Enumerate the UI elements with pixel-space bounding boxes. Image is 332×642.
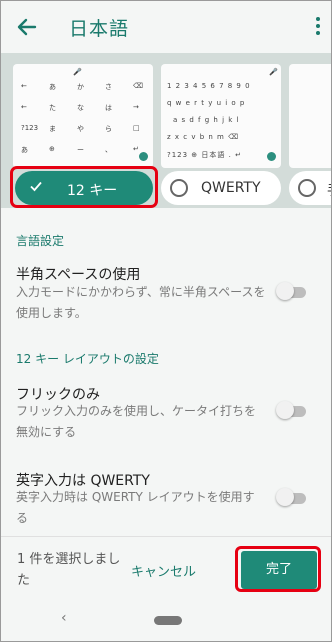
flick-only-toggle[interactable] [276, 401, 306, 419]
layout-option-handwriting[interactable]: 手 [289, 171, 331, 205]
keyboard-preview-key: ま [49, 125, 56, 133]
keyboard-preview-key: た [49, 104, 56, 112]
qwerty-preview[interactable]: 🎤 1 2 3 4 5 6 7 8 9 0 q w e r t y u i o p… [161, 64, 281, 168]
section-header-language: 言語設定 [16, 234, 65, 248]
selection-count: 1 件を選択しました [17, 552, 121, 588]
system-nav-bar: ‹ [1, 598, 331, 641]
keyboard-preview-key: ⊕ [49, 145, 55, 153]
keyboard-preview-row: z x c v b n m ⌫ [167, 133, 239, 141]
enter-key-icon [267, 152, 276, 161]
keyboard-preview-key: ?123 [21, 124, 39, 132]
back-arrow-icon[interactable] [13, 13, 41, 41]
keyboard-preview-key: ら [105, 125, 112, 133]
keyboard-preview-row: a s d f g h j k l [173, 116, 240, 124]
app-bar: 日本語 [1, 1, 331, 53]
keyboard-preview-row: ?123 ⊕ 日本語 . ↵ [167, 151, 242, 159]
highlight-box [235, 546, 321, 592]
qwerty-alpha-toggle[interactable] [276, 488, 306, 506]
keyboard-preview-key: ー [77, 146, 84, 154]
nav-back-icon[interactable]: ‹ [61, 610, 67, 626]
setting-title-halfwidth-space: 半角スペースの使用 [16, 267, 141, 283]
keyboard-preview-key: や [77, 125, 84, 133]
enter-key-icon [139, 152, 148, 161]
radio-icon [170, 179, 188, 197]
setting-desc-qwerty-alpha: 英字入力時は QWERTY レイアウトを使用する [16, 490, 255, 525]
cancel-button[interactable]: キャンセル [131, 561, 196, 580]
keyboard-preview-key: ← [21, 103, 27, 111]
keyboard-preview-key: → [133, 103, 139, 111]
keyboard-preview-row: q w e r t y u i o p [167, 99, 246, 107]
more-options-icon[interactable] [313, 15, 323, 39]
keyboard-preview-key: ⌫ [133, 82, 143, 90]
highlight-box [10, 166, 158, 208]
twelve-key-preview[interactable]: 🎤 ← あ か さ ⌫ ← た な は → ?123 ま や ら □ あ ⊕ ー 、 ↵ [13, 64, 153, 168]
keyboard-preview-key: 、 [105, 146, 112, 154]
mic-icon: 🎤 [73, 68, 82, 76]
keyboard-preview-row: 1 2 3 4 5 6 7 8 9 0 [167, 82, 251, 90]
setting-desc-halfwidth-space: 入力モードにかかわらず、常に半角スペースを使用します。 [16, 285, 266, 320]
keyboard-preview-key: ← [21, 82, 27, 90]
mic-icon: 🎤 [269, 68, 278, 76]
keyboard-preview-key: な [77, 104, 84, 112]
keyboard-preview-key: あ [49, 83, 56, 91]
layout-option-label: QWERTY [201, 180, 261, 196]
layout-option-label: 手 [327, 180, 331, 200]
keyboard-preview-key: は [105, 104, 112, 112]
keyboard-preview-key: さ [105, 83, 112, 91]
setting-desc-flick-only: フリック入力のみを使用し、ケータイ打ちを無効にする [16, 404, 257, 439]
page-title: 日本語 [69, 18, 130, 40]
keyboard-preview-key: □ [133, 124, 140, 132]
keyboard-preview-key: ↵ [133, 145, 139, 153]
other-layout-preview[interactable] [289, 64, 331, 168]
section-header-12key-layout: 12 キー レイアウトの設定 [16, 352, 159, 366]
layout-option-qwerty[interactable]: QWERTY [161, 171, 281, 205]
nav-home-pill[interactable] [154, 616, 182, 625]
halfwidth-space-toggle[interactable] [276, 282, 306, 300]
keyboard-preview-key: か [77, 83, 84, 91]
keyboard-preview-key: あ [21, 146, 28, 154]
radio-icon [298, 179, 316, 197]
